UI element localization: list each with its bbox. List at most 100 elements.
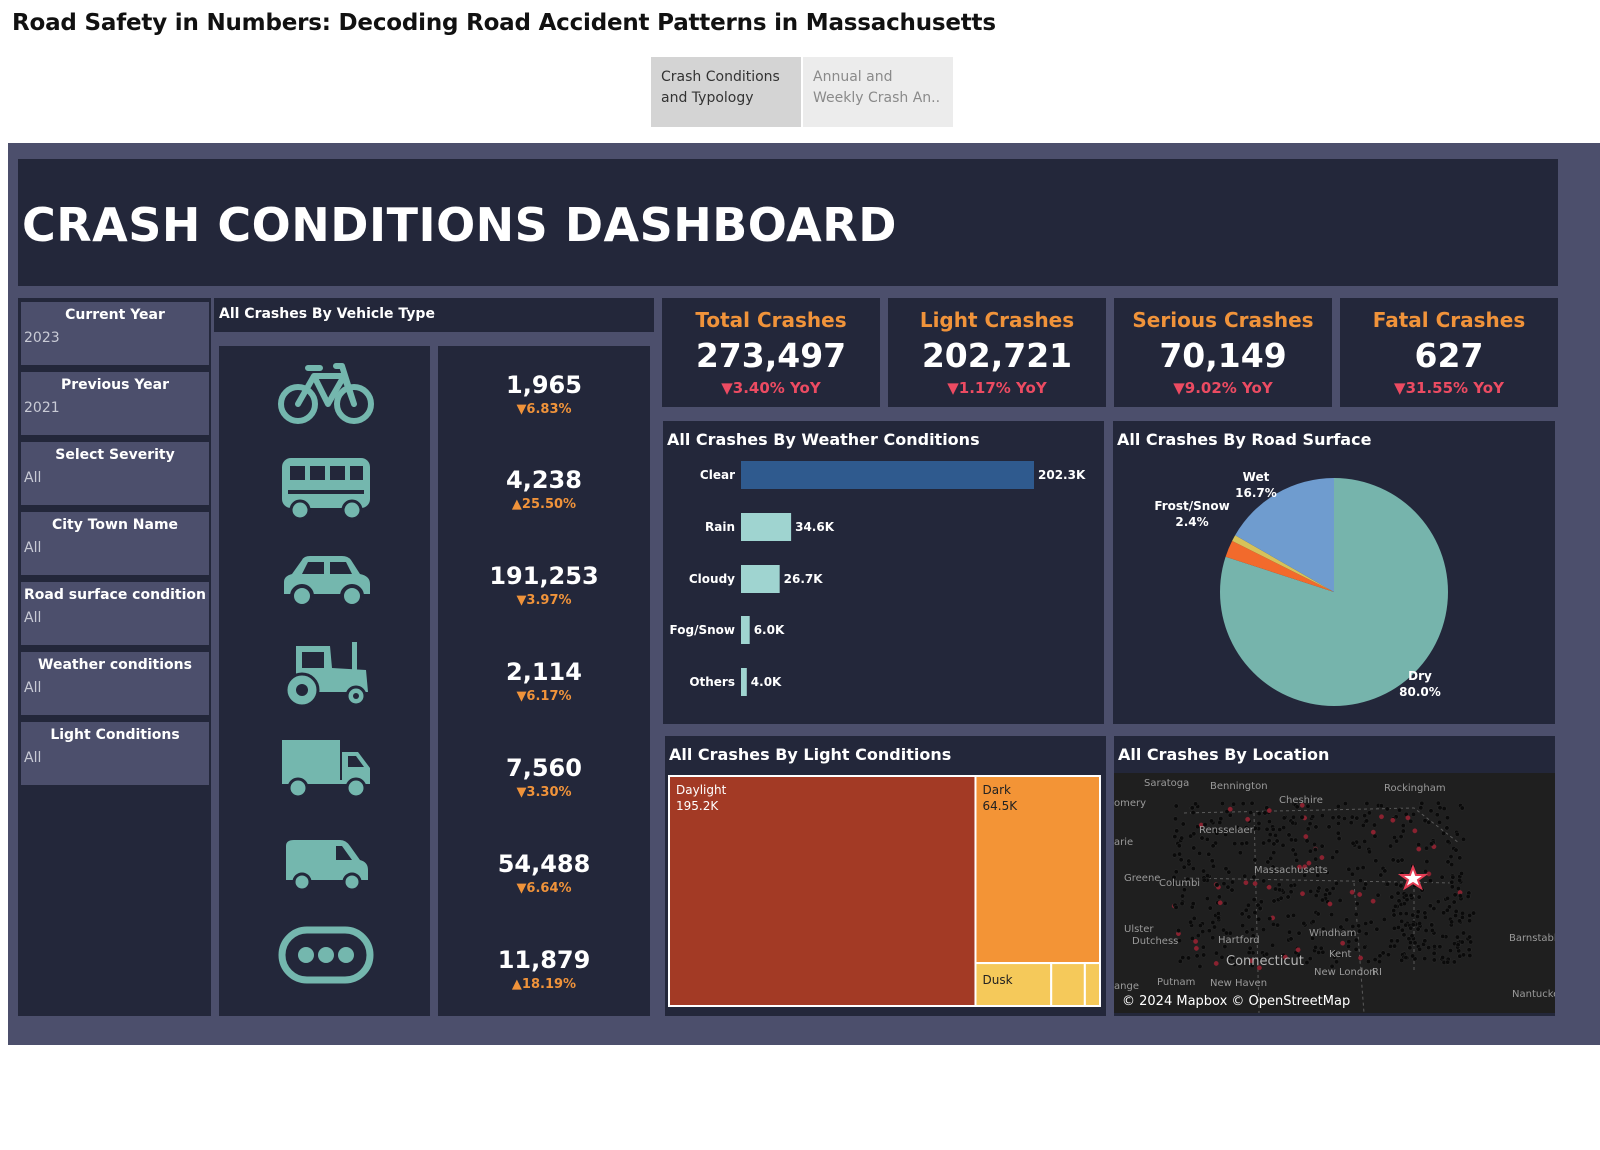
tab-label-line1: Crash Conditions	[661, 69, 780, 85]
filter-value: All	[24, 610, 42, 626]
tab-crash-conditions[interactable]: Crash Conditions and Typology	[651, 57, 801, 127]
kpi-change: ▼9.02% YoY	[1173, 379, 1273, 397]
map-place-label: Connecticut	[1226, 954, 1304, 969]
weather-bar[interactable]	[741, 461, 1034, 489]
page-title: Road Safety in Numbers: Decoding Road Ac…	[12, 10, 996, 36]
weather-bar[interactable]	[741, 616, 750, 644]
map-place-label: Hartford	[1218, 935, 1260, 946]
filter-city-town[interactable]: City Town Name All	[21, 512, 209, 575]
filter-value: All	[24, 470, 42, 486]
light-chart-title: All Crashes By Light Conditions	[669, 745, 952, 764]
treemap-cell[interactable]	[1083, 962, 1101, 1007]
pie-label: 2.4%	[1175, 515, 1208, 529]
bicycle-icon	[278, 363, 374, 424]
more-icon	[278, 926, 374, 984]
treemap-label: Daylight	[676, 783, 727, 797]
treemap-label: 64.5K	[982, 799, 1018, 813]
map-place-label: Putnam	[1157, 977, 1195, 988]
kpi-value: 70,149	[1159, 336, 1287, 375]
location-title-bar: All Crashes By Location	[1114, 736, 1555, 772]
map-place-label: ange	[1114, 981, 1139, 992]
pie-label: 80.0%	[1399, 685, 1441, 699]
filter-weather[interactable]: Weather conditions All	[21, 652, 209, 715]
weather-bar[interactable]	[741, 668, 747, 696]
pie-label: Wet	[1243, 470, 1270, 484]
map-place-label: Cheshire	[1279, 795, 1323, 806]
weather-value-label: 6.0K	[754, 623, 785, 637]
tab-annual-weekly[interactable]: Annual and Weekly Crash An..	[803, 57, 953, 127]
filter-value: 2021	[24, 400, 60, 416]
car-icon	[284, 556, 370, 608]
filter-label: Light Conditions	[50, 727, 180, 743]
kpi-fatal-crashes: Fatal Crashes 627 ▼31.55% YoY	[1340, 298, 1558, 407]
filter-light[interactable]: Light Conditions All	[21, 722, 209, 785]
weather-bar[interactable]	[741, 565, 780, 593]
map-place-label: Windham	[1309, 928, 1356, 939]
weather-value-label: 202.3K	[1038, 468, 1086, 482]
map-place-label: New Haven	[1210, 978, 1267, 989]
map-place-label: RI	[1372, 967, 1382, 978]
vehicle-change-tractor: ▼6.17%	[516, 689, 572, 704]
pie-label: Dry	[1408, 669, 1432, 683]
weather-value-label: 34.6K	[795, 520, 835, 534]
weather-category-label: Rain	[705, 520, 735, 534]
map-place-label: Rockingham	[1384, 783, 1446, 794]
kpi-change: ▼3.40% YoY	[721, 379, 821, 397]
kpi-change: ▼1.17% YoY	[947, 379, 1047, 397]
vehicle-value-tractor: 2,114	[506, 658, 582, 686]
weather-bar[interactable]	[741, 513, 792, 541]
vehicle-change-bus: ▲25.50%	[511, 497, 577, 512]
vehicle-value-bus: 4,238	[506, 466, 582, 494]
map-place-label: Greene	[1124, 873, 1160, 884]
tab-label-line2: Weekly Crash An..	[813, 90, 941, 106]
kpi-value: 202,721	[921, 336, 1073, 375]
filter-label: Weather conditions	[38, 657, 192, 673]
filter-label: Select Severity	[55, 447, 175, 463]
vehicle-value-bicycle: 1,965	[506, 371, 582, 399]
treemap-cell[interactable]	[1050, 962, 1086, 1007]
map-place-label: Rensselaer	[1199, 825, 1255, 836]
location-map[interactable]: Saratoga Bennington Cheshire Rockingham omer…	[1114, 773, 1555, 1013]
pie-label: 16.7%	[1235, 486, 1277, 500]
truck-icon	[282, 740, 370, 799]
map-place-label: Barnstable	[1509, 933, 1555, 944]
kpi-label: Serious Crashes	[1132, 308, 1314, 332]
filter-current-year[interactable]: Current Year 2023	[21, 302, 209, 365]
filter-previous-year[interactable]: Previous Year 2021	[21, 372, 209, 435]
kpi-total-crashes: Total Crashes 273,497 ▼3.40% YoY	[662, 298, 880, 407]
kpi-change: ▼31.55% YoY	[1394, 379, 1504, 397]
treemap-label: Dusk	[982, 973, 1012, 987]
filter-value: All	[24, 540, 42, 556]
filter-value: All	[24, 750, 42, 766]
location-title: All Crashes By Location	[1118, 745, 1330, 764]
weather-chart-panel: All Crashes By Weather Conditions Clear 2…	[663, 421, 1104, 724]
surface-pie-chart: Dry 80.0% Wet 16.7% Frost/Snow 2.4%	[1154, 470, 1448, 706]
vehicle-value-other: 11,879	[497, 946, 591, 974]
weather-category-label: Others	[689, 675, 735, 689]
map-attribution: © 2024 Mapbox © OpenStreetMap	[1122, 994, 1350, 1009]
map-place-label: Ulster	[1124, 924, 1154, 935]
bus-icon	[282, 458, 370, 521]
map-place-label: Massachusetts	[1254, 865, 1328, 876]
vehicle-change-bicycle: ▼6.83%	[516, 402, 572, 417]
map-place-label: Saratoga	[1144, 778, 1189, 789]
filter-road-surface[interactable]: Road surface condition All	[21, 582, 209, 645]
treemap-label: Dark	[982, 783, 1011, 797]
filter-value: 2023	[24, 330, 60, 346]
filter-label: Road surface condition	[24, 587, 206, 603]
map-place-label: arie	[1114, 837, 1133, 848]
treemap-label: 195.2K	[676, 799, 719, 813]
kpi-label: Fatal Crashes	[1372, 308, 1526, 332]
filter-label: Current Year	[65, 307, 165, 323]
filters-panel: Current Year 2023 Previous Year 2021 Sel…	[18, 298, 211, 1016]
van-icon	[286, 840, 368, 892]
vehicle-change-truck: ▼3.30%	[516, 785, 572, 800]
vehicle-change-car: ▼3.97%	[516, 593, 572, 608]
map-place-label: omery	[1114, 798, 1146, 809]
weather-category-label: Clear	[700, 468, 735, 482]
map-place-label: Kent	[1329, 949, 1352, 960]
weather-value-label: 26.7K	[784, 572, 824, 586]
kpi-value: 627	[1414, 336, 1484, 375]
filter-select-severity[interactable]: Select Severity All	[21, 442, 209, 505]
vehicle-change-other: ▲18.19%	[511, 977, 577, 992]
